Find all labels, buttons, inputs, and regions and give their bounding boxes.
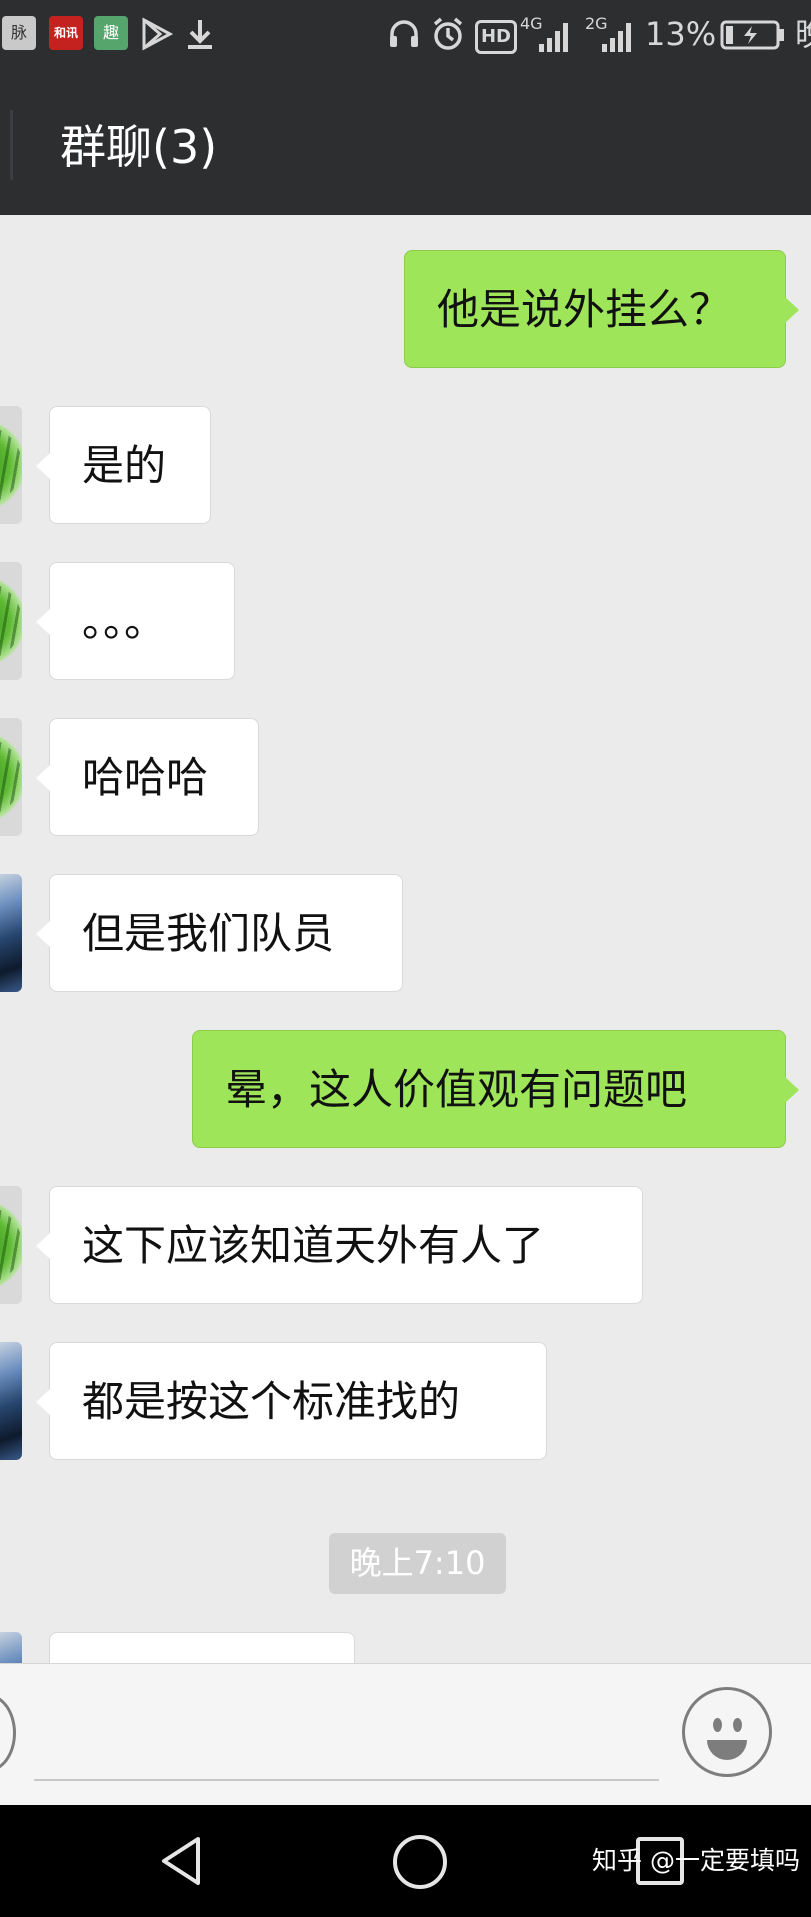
- melon-avatar[interactable]: [0, 1186, 22, 1304]
- melon-avatar[interactable]: [0, 562, 22, 680]
- alarm-icon: [430, 14, 466, 54]
- message-bubble-incoming[interactable]: 。。。: [36, 562, 235, 680]
- message-bubble-incoming[interactable]: 哈哈哈: [36, 718, 259, 836]
- message-bubble-incoming[interactable]: 但是我们队员: [36, 874, 403, 992]
- play-store-icon: [140, 14, 174, 54]
- chat-header: 群聊(3): [0, 72, 811, 215]
- qutoutiao-app-icon: 趣: [94, 16, 128, 50]
- photo-avatar[interactable]: [0, 1342, 22, 1460]
- message-bubble-partial[interactable]: [49, 1632, 355, 1663]
- download-icon: [183, 14, 217, 54]
- voice-input-button[interactable]: [0, 1694, 16, 1772]
- message-bubble-incoming[interactable]: 这下应该知道天外有人了: [36, 1186, 643, 1304]
- chat-title: 群聊(3): [60, 120, 218, 174]
- message-bubble-outgoing[interactable]: 他是说外挂么？: [404, 250, 799, 368]
- back-button[interactable]: [10, 110, 13, 180]
- message-input[interactable]: [34, 1779, 659, 1781]
- battery-percent: 13%: [645, 15, 717, 53]
- emoji-smile-icon: [707, 1740, 747, 1760]
- signal-strength-icon: [525, 20, 573, 60]
- photo-avatar[interactable]: [0, 874, 22, 992]
- emoji-button[interactable]: [682, 1687, 772, 1777]
- zhihu-watermark: 知乎 @一定要填吗: [592, 1846, 800, 1875]
- photo-avatar[interactable]: [0, 1632, 22, 1663]
- system-navigation-bar: 知乎 @一定要填吗: [0, 1805, 811, 1917]
- status-clipped-text: 晚: [795, 14, 811, 54]
- message-bubble-incoming[interactable]: 都是按这个标准找的: [36, 1342, 547, 1460]
- message-timestamp: 晚上7:10: [329, 1533, 506, 1594]
- melon-avatar[interactable]: [0, 718, 22, 836]
- message-bubble-incoming[interactable]: 是的: [36, 406, 211, 524]
- message-list[interactable]: 他是说外挂么？ 是的 。。。 哈哈哈 但是我们队员 晕，这人价值观有问题吧 这下…: [0, 215, 811, 1663]
- emoji-eye-icon: [713, 1718, 722, 1732]
- maimai-app-icon: 脉: [2, 16, 36, 50]
- message-bubble-outgoing[interactable]: 晕，这人价值观有问题吧: [192, 1030, 799, 1148]
- status-bar: 脉 和讯 趣 HD 4G 2G 13% 晚: [0, 0, 811, 72]
- sim2-signal-icon: [588, 20, 636, 60]
- melon-avatar[interactable]: [0, 406, 22, 524]
- nav-home-icon[interactable]: [393, 1835, 447, 1889]
- hexun-app-icon: 和讯: [49, 16, 83, 50]
- emoji-eye-icon: [733, 1718, 742, 1732]
- input-bar: [0, 1663, 811, 1806]
- nav-back-icon[interactable]: [158, 1835, 204, 1887]
- battery-charging-icon: [720, 19, 786, 59]
- hd-voice-badge: HD: [475, 20, 517, 54]
- headphones-icon: [387, 14, 421, 54]
